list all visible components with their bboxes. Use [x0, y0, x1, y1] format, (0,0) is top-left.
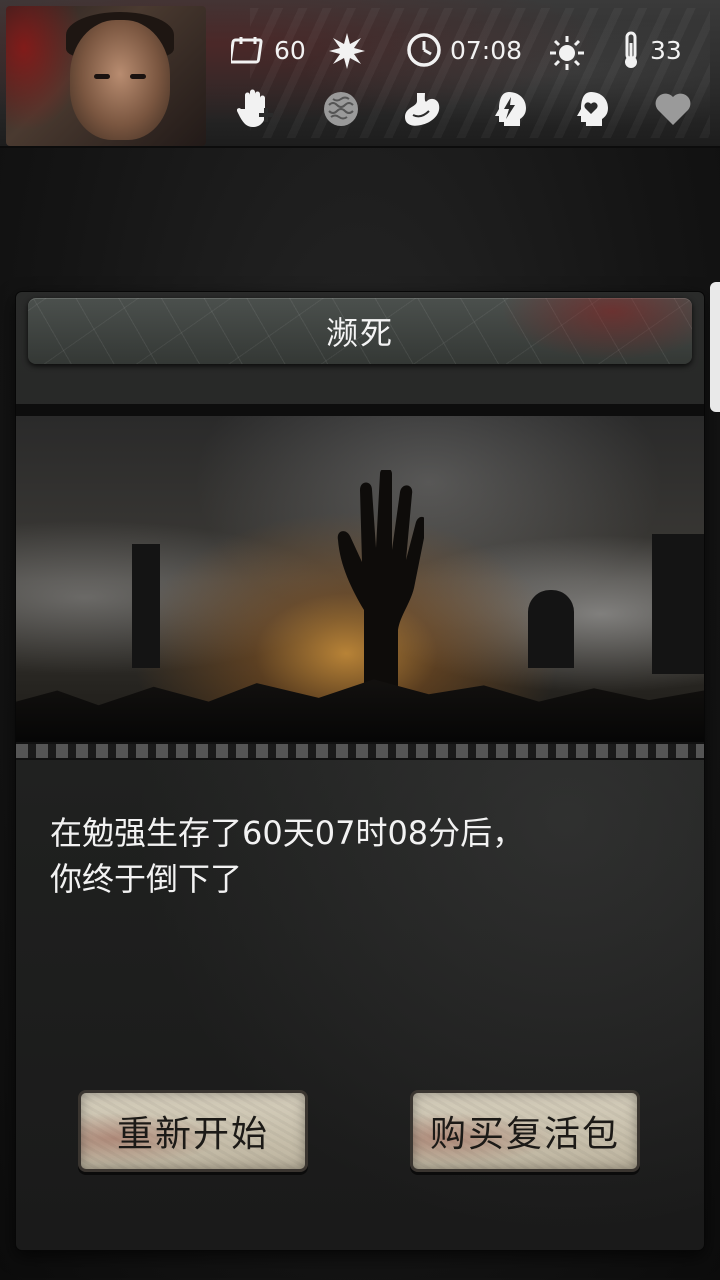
tombstone: [132, 544, 160, 668]
clock-icon: [406, 32, 442, 68]
temperature-stat: 33: [620, 31, 682, 68]
edge-panel-handle[interactable]: [710, 282, 720, 412]
tombstone: [528, 590, 574, 668]
temperature-value: 33: [650, 35, 682, 65]
death-illustration: [16, 404, 704, 760]
buy-revive-button[interactable]: 购买复活包: [410, 1090, 640, 1172]
death-message: 在勉强生存了60天07时08分后， 你终于倒下了: [50, 810, 670, 902]
tombstone: [652, 534, 704, 674]
mood-head-icon[interactable]: [570, 88, 612, 130]
days-stat: 60: [230, 32, 306, 68]
status-hud: 60 07:08 33: [0, 0, 720, 148]
death-message-line-2: 你终于倒下了: [50, 860, 243, 898]
zombie-hand-icon: [337, 470, 424, 690]
death-message-line-1: 在勉强生存了60天07时08分后，: [50, 814, 525, 852]
brain-icon[interactable]: [320, 88, 362, 130]
film-strip-divider: [16, 742, 704, 760]
medical-hand-icon[interactable]: [236, 88, 278, 130]
sun-burst-icon: [326, 30, 368, 72]
calendar-icon: [230, 32, 266, 68]
restart-button[interactable]: 重新开始: [78, 1090, 308, 1172]
character-portrait[interactable]: [6, 6, 206, 146]
days-value: 60: [274, 35, 306, 65]
thermometer-icon: [620, 31, 642, 68]
dialog-title-bar: 濒死: [28, 298, 692, 364]
sun-icon: [546, 32, 588, 74]
blood-stain: [492, 298, 692, 364]
hud-background-graffiti: [250, 8, 710, 138]
time-stat: 07:08: [406, 32, 522, 68]
heart-icon[interactable]: [652, 88, 694, 130]
energy-head-icon[interactable]: [488, 88, 530, 130]
stomach-icon[interactable]: [402, 88, 444, 130]
time-value: 07:08: [450, 35, 523, 65]
dialog-title: 濒死: [325, 314, 394, 352]
